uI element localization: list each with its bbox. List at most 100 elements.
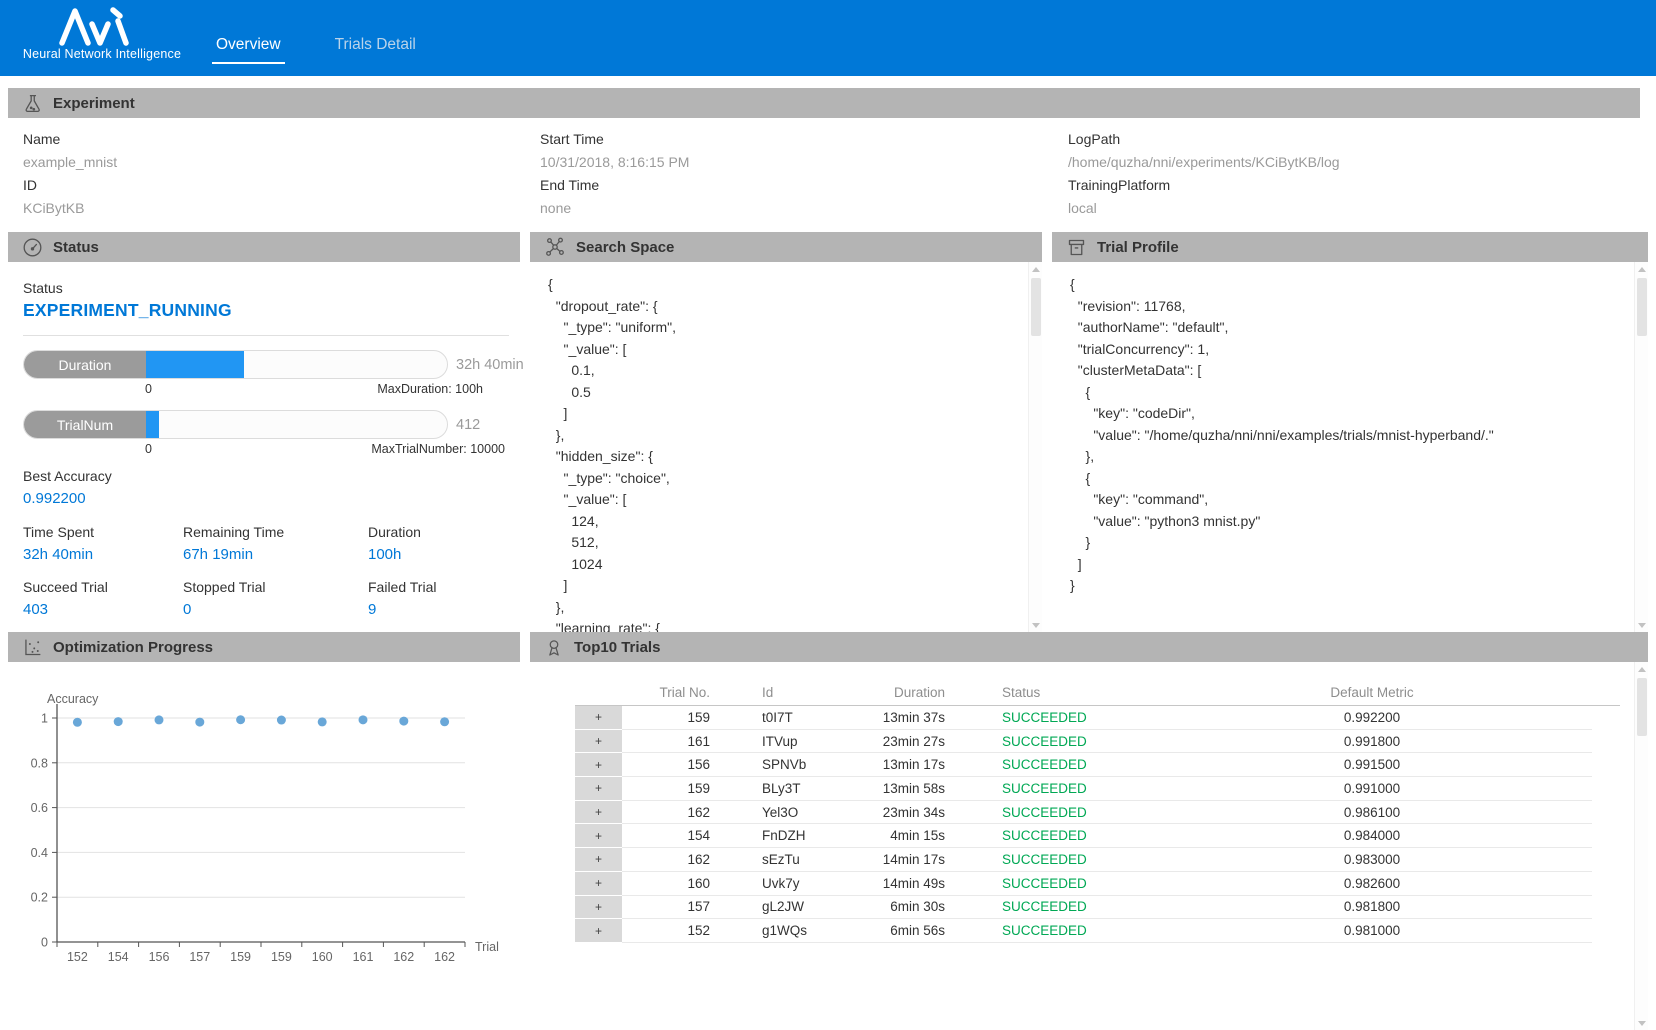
- data-point[interactable]: [277, 716, 286, 725]
- expand-button[interactable]: +: [575, 753, 622, 777]
- remaining-time-value: 67h 19min: [183, 546, 253, 563]
- status-section-header: Status: [8, 232, 520, 262]
- status-cell: SUCCEEDED: [945, 777, 1152, 801]
- trialnum-progress-label: TrialNum: [24, 411, 146, 438]
- status-cell: SUCCEEDED: [945, 848, 1152, 872]
- scrollbar-thumb[interactable]: [1031, 278, 1041, 336]
- trial-no-cell: 160: [622, 872, 710, 896]
- expand-button[interactable]: +: [575, 896, 622, 920]
- expand-button[interactable]: +: [575, 801, 622, 825]
- trial-id-cell: gL2JW: [710, 896, 825, 920]
- x-axis-title: Trial: [475, 940, 499, 954]
- duration-cell: 14min 49s: [825, 872, 945, 896]
- status-cell: SUCCEEDED: [945, 872, 1152, 896]
- nni-logo: [54, 6, 150, 46]
- duration-progress-label: Duration: [24, 351, 146, 378]
- trial-id-cell: ITVup: [710, 730, 825, 754]
- scroll-up-icon[interactable]: [1635, 262, 1649, 276]
- expand-button[interactable]: +: [575, 777, 622, 801]
- status-cell: SUCCEEDED: [945, 896, 1152, 920]
- table-row: +154FnDZH4min 15sSUCCEEDED0.984000: [530, 824, 1622, 848]
- metric-cell: 0.981800: [1152, 896, 1592, 920]
- scroll-up-icon[interactable]: [1029, 262, 1043, 276]
- expand-button[interactable]: +: [575, 872, 622, 896]
- molecule-icon: [544, 236, 566, 258]
- scroll-down-icon[interactable]: [1635, 618, 1649, 632]
- data-point[interactable]: [399, 717, 408, 726]
- field-value-name: example_mnist: [23, 154, 117, 170]
- metric-cell: 0.992200: [1152, 706, 1592, 730]
- top-trials-scrollbar[interactable]: [1634, 662, 1648, 1030]
- scrollbar-thumb[interactable]: [1637, 278, 1647, 336]
- data-point[interactable]: [318, 717, 327, 726]
- expand-button[interactable]: +: [575, 848, 622, 872]
- status-value: EXPERIMENT_RUNNING: [23, 300, 232, 321]
- x-axis-tick-label: 161: [353, 950, 374, 964]
- succeed-trial-label: Succeed Trial: [23, 579, 108, 595]
- scrollbar-thumb[interactable]: [1637, 678, 1647, 736]
- expand-button[interactable]: +: [575, 824, 622, 848]
- accuracy-scatter-chart[interactable]: 00.20.40.60.8115215415615715915916016116…: [8, 662, 520, 1030]
- expand-button[interactable]: +: [575, 706, 622, 730]
- table-row: +157gL2JW6min 30sSUCCEEDED0.981800: [530, 896, 1622, 920]
- y-axis-tick-label: 0.6: [31, 801, 48, 815]
- trial-no-cell: 159: [622, 706, 710, 730]
- duration-cell: 23min 34s: [825, 801, 945, 825]
- data-point[interactable]: [114, 717, 123, 726]
- trial-id-cell: SPNVb: [710, 753, 825, 777]
- data-point[interactable]: [155, 715, 164, 724]
- trialnum-progress: TrialNum 412 0 MaxTrialNumber: 10000: [23, 410, 505, 456]
- duration-cell: 6min 56s: [825, 919, 945, 943]
- trial-no-cell: 162: [622, 801, 710, 825]
- expand-button[interactable]: +: [575, 919, 622, 943]
- trial-id-cell: t0I7T: [710, 706, 825, 730]
- data-point[interactable]: [195, 718, 204, 727]
- table-row: +162sEzTu14min 17sSUCCEEDED0.983000: [530, 848, 1622, 872]
- time-spent-value: 32h 40min: [23, 546, 93, 563]
- status-cell: SUCCEEDED: [945, 730, 1152, 754]
- status-section-title: Status: [53, 239, 99, 256]
- metric-cell: 0.986100: [1152, 801, 1592, 825]
- failed-trial-label: Failed Trial: [368, 579, 436, 595]
- trial-id-cell: BLy3T: [710, 777, 825, 801]
- scroll-down-icon[interactable]: [1635, 1016, 1649, 1030]
- col-header-default-metric: Default Metric: [1152, 685, 1592, 700]
- table-row: +152g1WQs6min 56sSUCCEEDED0.981000: [530, 919, 1622, 943]
- top-trials-panel: Trial No. Id Duration Status Default Met…: [530, 662, 1648, 1030]
- trialnum-progress-track: [146, 411, 447, 438]
- row-spacer: [530, 753, 575, 777]
- trial-profile-section-header: Trial Profile: [1052, 232, 1648, 262]
- trial-id-cell: FnDZH: [710, 824, 825, 848]
- brand-text: Neural Network Intelligence: [16, 47, 188, 61]
- experiment-section-header: Experiment: [8, 88, 1640, 118]
- best-accuracy-label: Best Accuracy: [23, 468, 112, 484]
- table-row: +156SPNVb13min 17sSUCCEEDED0.991500: [530, 753, 1622, 777]
- expand-button[interactable]: +: [575, 730, 622, 754]
- trial-profile-scrollbar[interactable]: [1634, 262, 1648, 632]
- x-axis-tick-label: 160: [312, 950, 333, 964]
- scroll-up-icon[interactable]: [1635, 662, 1649, 676]
- y-axis-title: Accuracy: [47, 692, 99, 706]
- data-point[interactable]: [440, 717, 449, 726]
- search-space-scrollbar[interactable]: [1028, 262, 1042, 632]
- tab-overview[interactable]: Overview: [212, 36, 285, 64]
- trial-no-cell: 159: [622, 777, 710, 801]
- trial-id-cell: Yel3O: [710, 801, 825, 825]
- search-space-section-title: Search Space: [576, 239, 674, 256]
- x-axis-tick-label: 154: [108, 950, 129, 964]
- field-label-logpath: LogPath: [1068, 131, 1120, 147]
- status-cell: SUCCEEDED: [945, 753, 1152, 777]
- data-point[interactable]: [236, 715, 245, 724]
- brand: Neural Network Intelligence: [16, 4, 188, 61]
- trial-no-cell: 161: [622, 730, 710, 754]
- failed-trial-value: 9: [368, 601, 376, 618]
- trial-id-cell: g1WQs: [710, 919, 825, 943]
- scroll-down-icon[interactable]: [1029, 618, 1043, 632]
- trialnum-progress-fill: [146, 411, 159, 438]
- y-axis-tick-label: 1: [41, 712, 48, 726]
- data-point[interactable]: [73, 718, 82, 727]
- tab-trials-detail[interactable]: Trials Detail: [331, 36, 420, 64]
- row-spacer: [530, 801, 575, 825]
- table-row: +159BLy3T13min 58sSUCCEEDED0.991000: [530, 777, 1622, 801]
- data-point[interactable]: [359, 715, 368, 724]
